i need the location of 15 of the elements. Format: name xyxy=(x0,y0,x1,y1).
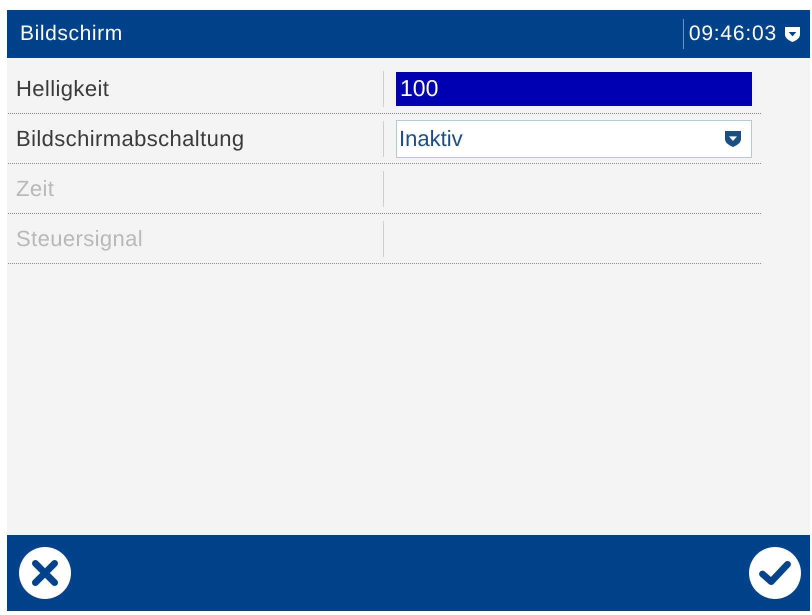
dropdown-value: Inaktiv xyxy=(399,125,463,153)
dropdown-arrow-icon[interactable] xyxy=(785,26,800,42)
clock-time: 09:46:03 xyxy=(688,21,777,48)
setting-label: Bildschirmabschaltung xyxy=(15,125,246,153)
confirm-button[interactable] xyxy=(749,547,801,599)
dropdown-field[interactable]: Inaktiv xyxy=(396,120,752,158)
checkmark-icon xyxy=(749,547,801,599)
close-icon xyxy=(19,547,71,599)
cancel-button[interactable] xyxy=(19,547,71,599)
setting-label: Zeit xyxy=(15,175,56,203)
setting-label: Helligkeit xyxy=(15,75,110,103)
number-field[interactable]: 100 xyxy=(396,72,752,106)
setting-label: Steuersignal xyxy=(15,225,144,253)
dropdown-arrow-icon[interactable] xyxy=(725,130,741,146)
window-title: Bildschirm xyxy=(20,21,124,48)
